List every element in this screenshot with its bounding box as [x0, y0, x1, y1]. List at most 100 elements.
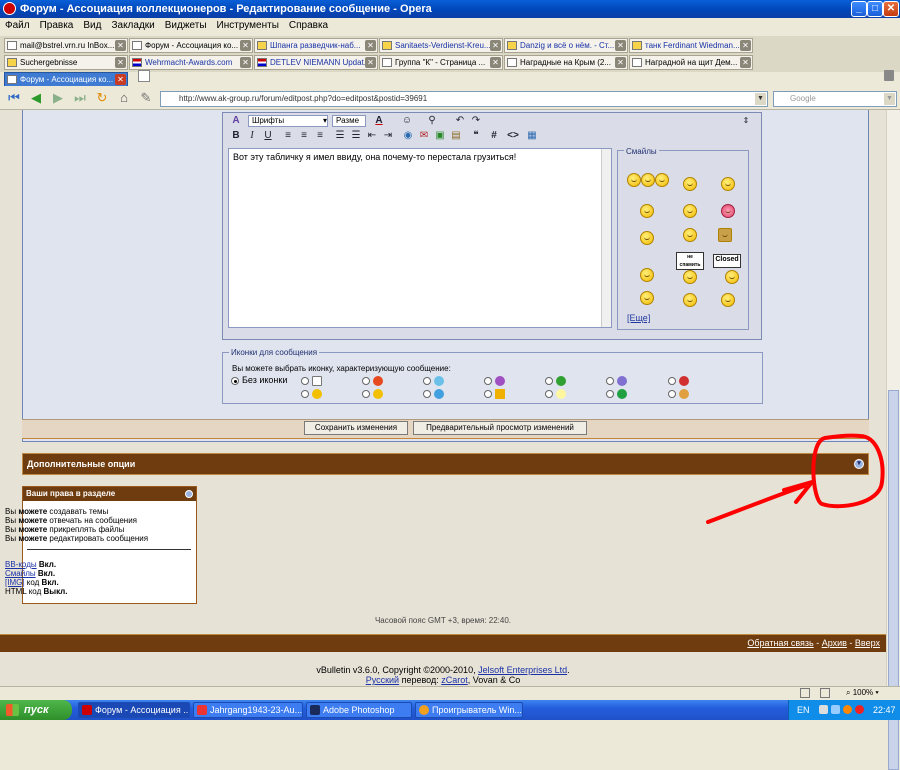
tray-icon[interactable] [843, 705, 852, 714]
task-media-player[interactable]: Проигрыватель Win... [415, 702, 523, 718]
close-button[interactable]: ✕ [883, 1, 899, 17]
top-link[interactable]: Вверх [855, 638, 880, 648]
smilie-icon[interactable] [683, 270, 697, 284]
icon-radio[interactable] [362, 377, 370, 385]
align-right-icon[interactable]: ≡ [314, 129, 326, 143]
smilie-icon[interactable] [683, 228, 697, 242]
reload-icon[interactable]: ↻ [94, 90, 110, 106]
smilie-icon[interactable] [683, 177, 697, 191]
icon-radio[interactable] [301, 390, 309, 398]
insert-link-icon[interactable]: ◉ [402, 129, 414, 143]
search-field[interactable]: Google ▼ [773, 91, 897, 107]
textarea-scrollbar[interactable] [601, 149, 611, 327]
italic-icon[interactable]: I [246, 129, 258, 143]
tab-wehrmacht-awards[interactable]: Wehrmacht-Awards.com ✕ [129, 55, 253, 70]
tab-close-icon[interactable]: ✕ [615, 57, 626, 68]
edit-icon[interactable]: ✎ [138, 90, 154, 106]
smilies-link[interactable]: Смайлы [5, 569, 36, 578]
tab-close-icon[interactable]: ✕ [740, 57, 751, 68]
jelsoft-link[interactable]: Jelsoft Enterprises Ltd [478, 665, 567, 675]
tray-icon[interactable] [819, 705, 828, 714]
search-dropdown-icon[interactable]: ▼ [884, 93, 895, 105]
undo-icon[interactable]: ↶ [454, 114, 466, 128]
tab-shchit[interactable]: Наградной на щит Дем... ✕ [629, 55, 753, 70]
panel-toggle-icon[interactable] [800, 688, 810, 698]
bbcode-link[interactable]: BB-коды [5, 560, 37, 569]
zcarot-link[interactable]: zCarot [441, 675, 468, 685]
task-photoshop[interactable]: Adobe Photoshop [306, 702, 412, 718]
zoom-level[interactable]: ⌕ 100% ▾ [846, 688, 879, 698]
smilie-icon[interactable] [640, 291, 654, 305]
address-field[interactable]: http://www.ak-group.ru/forum/editpost.ph… [160, 91, 768, 107]
menu-widgets[interactable]: Виджеты [160, 18, 212, 34]
rewind-icon[interactable]: ⏮ [6, 90, 22, 106]
outdent-icon[interactable]: ⇤ [366, 129, 378, 143]
text-color-icon[interactable]: A [372, 114, 386, 128]
icon-radio[interactable] [545, 377, 553, 385]
insert-image-icon[interactable]: ▣ [434, 129, 446, 143]
switch-mode-icon[interactable]: A [230, 114, 242, 128]
archive-link[interactable]: Архив [822, 638, 847, 648]
code-icon[interactable]: # [488, 129, 500, 143]
save-changes-button[interactable]: Сохранить изменения [304, 421, 408, 435]
smilie-icon[interactable] [640, 268, 654, 282]
back-icon[interactable]: ◀ [28, 90, 44, 106]
smilie-icon[interactable] [683, 204, 697, 218]
tab-close-icon[interactable]: ✕ [240, 40, 251, 51]
preview-changes-button[interactable]: Предварительный просмотр изменений [413, 421, 587, 435]
address-dropdown-icon[interactable]: ▼ [755, 93, 766, 105]
start-button[interactable]: пуск [0, 700, 72, 720]
ordered-list-icon[interactable]: ☰ [334, 129, 346, 143]
align-left-icon[interactable]: ≡ [282, 129, 294, 143]
smilie-icon[interactable] [683, 293, 697, 307]
tab-gruppa-k[interactable]: Группа "К" - Страница ... ✕ [379, 55, 503, 70]
indent-icon[interactable]: ⇥ [382, 129, 394, 143]
icon-radio[interactable] [668, 377, 676, 385]
php-icon[interactable]: ▦ [526, 129, 538, 143]
task-opera[interactable]: Форум - Ассоциация ... [78, 702, 190, 718]
smilie-icon[interactable] [640, 204, 654, 218]
icon-radio[interactable] [606, 377, 614, 385]
no-icon-radio[interactable] [231, 377, 239, 385]
smilie-icon[interactable] [721, 177, 735, 191]
tray-icon[interactable] [855, 705, 864, 714]
forward-icon[interactable]: ▶ [50, 90, 66, 106]
menu-bookmarks[interactable]: Закладки [106, 18, 159, 34]
tab-suchergebnisse[interactable]: Suchergebnisse ✕ [4, 55, 128, 70]
font-select[interactable]: Шрифты ▾ [248, 115, 328, 127]
smilie-icon[interactable] [641, 173, 655, 187]
email-link-icon[interactable]: ✉ [418, 129, 430, 143]
icon-radio[interactable] [423, 377, 431, 385]
smilie-icon[interactable] [721, 293, 735, 307]
tab-close-icon[interactable]: ✕ [490, 57, 501, 68]
tab-mail[interactable]: mail@bstrel.vrn.ru InBox... ✕ [4, 38, 128, 53]
tab-sanitaets[interactable]: Sanitaets-Verdienst-Kreu... ✕ [379, 38, 503, 53]
home-icon[interactable]: ⌂ [116, 90, 132, 106]
tab-close-icon[interactable]: ✕ [115, 40, 126, 51]
love-smilie-icon[interactable] [721, 204, 735, 218]
tab-forum-1[interactable]: Форум - Ассоциация ко... ✕ [129, 38, 253, 53]
russian-link[interactable]: Русский [366, 675, 399, 685]
menu-tools[interactable]: Инструменты [212, 18, 284, 34]
tab-ferdinant[interactable]: танк Ferdinant Wiedman... ✕ [629, 38, 753, 53]
align-center-icon[interactable]: ≡ [298, 129, 310, 143]
tab-close-icon[interactable]: ✕ [115, 74, 126, 85]
new-tab-icon[interactable] [138, 70, 150, 82]
smilie-menu-icon[interactable]: ☺ [400, 114, 414, 128]
quote-icon[interactable]: ❝ [470, 129, 482, 143]
icon-radio[interactable] [606, 390, 614, 398]
redo-icon[interactable]: ↷ [470, 114, 482, 128]
tab-close-icon[interactable]: ✕ [365, 57, 376, 68]
tab-shpanga[interactable]: Шпанга разведчик-наб... ✕ [254, 38, 378, 53]
html-icon[interactable]: <> [506, 129, 520, 143]
sign-smilie-icon[interactable] [718, 228, 732, 242]
trash-icon[interactable] [884, 70, 894, 81]
tab-close-icon[interactable]: ✕ [240, 57, 251, 68]
smilie-icon[interactable] [627, 173, 641, 187]
task-jahrgang[interactable]: Jahrgang1943-23-Au... [193, 702, 303, 718]
resize-icon[interactable]: ⇕ [742, 114, 750, 128]
tab-close-icon[interactable]: ✕ [615, 40, 626, 51]
maximize-button[interactable]: □ [867, 1, 883, 17]
size-select[interactable]: Разме [332, 115, 366, 127]
closed-sign-icon[interactable]: Closed [713, 254, 741, 268]
